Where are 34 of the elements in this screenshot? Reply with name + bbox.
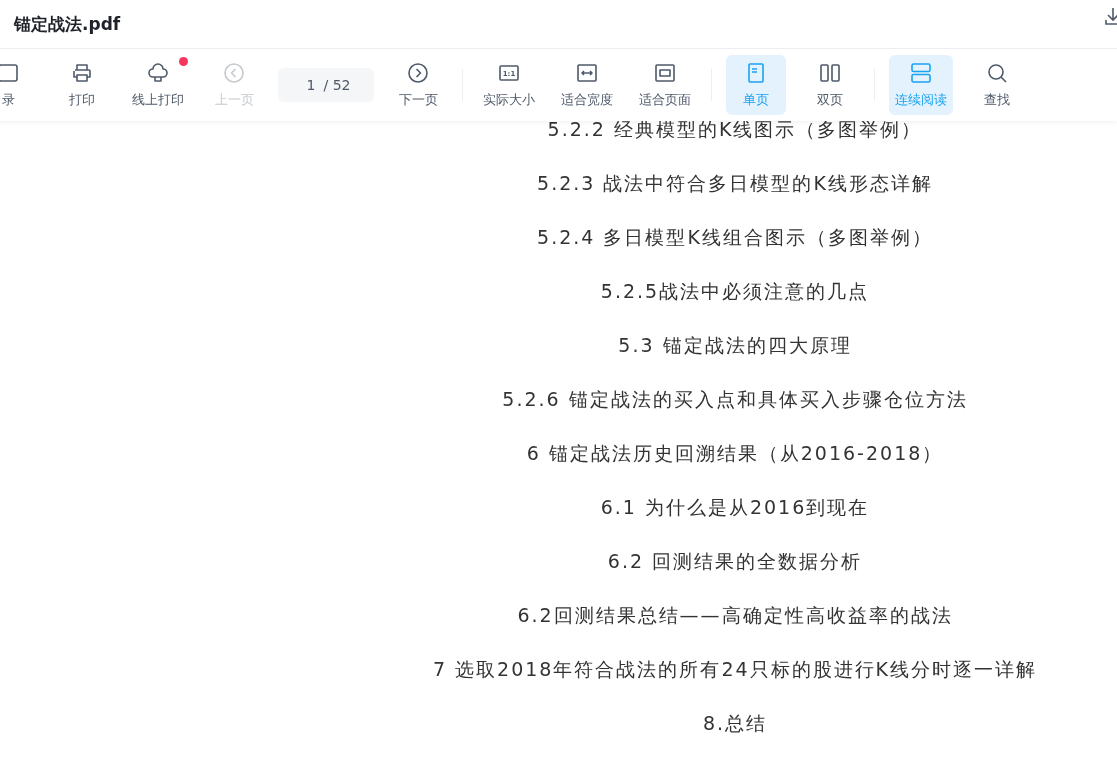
double-button[interactable]: 双页 (800, 55, 860, 115)
fit-page-icon (653, 61, 677, 85)
toc-entry: 5.2.4 多日模型K线组合图示（多图举例） (537, 225, 933, 250)
toc-entry: 8.总结 (702, 711, 768, 736)
double-page-icon (818, 61, 842, 85)
outline-button[interactable]: 录 (0, 55, 38, 115)
toc-entry: 5.2.5战法中必须注意的几点 (600, 279, 870, 304)
toc-entry: 5.2.2 经典模型的K线图示（多图举例） (547, 117, 923, 142)
toc-entry: 7 选取2018年符合战法的所有24只标的股进行K线分时逐一详解 (432, 657, 1038, 682)
printer-icon (70, 61, 94, 85)
toc-entry: 6.2 回测结果的全数据分析 (607, 549, 863, 574)
chevron-left-icon (222, 61, 246, 85)
page-total: / 52 (323, 77, 351, 93)
toc-entry: 6.2回测结果总结——高确定性高收益率的战法 (517, 603, 953, 628)
toc-entry: 6.1 为什么是从2016到现在 (600, 495, 870, 520)
next-button[interactable]: 下一页 (388, 55, 448, 115)
toc-entry: 6 锚定战法历史回溯结果（从2016-2018） (526, 441, 944, 466)
cloud-icon (146, 61, 170, 85)
fit-page-button[interactable]: 适合页面 (633, 55, 697, 115)
page-number-input[interactable]: 1 (301, 77, 316, 93)
download-icon[interactable] (1103, 6, 1117, 26)
outline-icon (0, 61, 20, 85)
print-button[interactable]: 打印 (52, 55, 112, 115)
window-title: 锚定战法.pdf (14, 12, 121, 36)
chevron-right-icon (406, 61, 430, 85)
continuous-pages-icon (909, 61, 933, 85)
toc-entry: 5.2.3 战法中符合多日模型的K线形态详解 (537, 171, 933, 196)
toc-entry: 5.3 锚定战法的四大原理 (618, 333, 852, 358)
fit-width-icon (575, 61, 599, 85)
cloud-print-button[interactable]: 线上打印 (126, 55, 190, 115)
fit-width-button[interactable]: 适合宽度 (555, 55, 619, 115)
search-icon (985, 61, 1009, 85)
toc-entry: 5.2.6 锚定战法的买入点和具体买入步骤仓位方法 (502, 387, 968, 412)
search-button[interactable]: 查找 (967, 55, 1027, 115)
